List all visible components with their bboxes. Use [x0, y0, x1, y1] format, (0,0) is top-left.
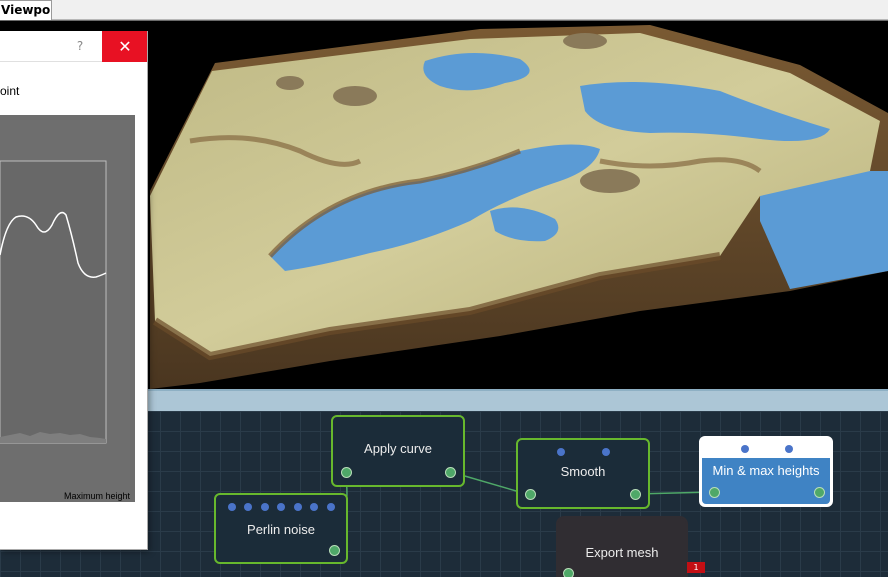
tab-strip: Viewport: [0, 0, 888, 20]
node-title: Min & max heights: [712, 463, 820, 478]
input-port[interactable]: [244, 503, 252, 511]
curve-plot: [0, 115, 135, 502]
node-title: Smooth: [560, 464, 606, 479]
error-count-badge: 1: [687, 562, 705, 573]
output-port[interactable]: [329, 545, 340, 556]
input-port[interactable]: [741, 445, 749, 453]
input-port[interactable]: [557, 448, 565, 456]
axis-label: Maximum height: [64, 491, 131, 501]
node-title: Export mesh: [585, 545, 659, 560]
output-port[interactable]: [814, 487, 825, 498]
dialog-label: oint: [0, 84, 20, 98]
node-min-max-heights[interactable]: Min & max heights: [699, 436, 833, 507]
input-port[interactable]: [785, 445, 793, 453]
input-port[interactable]: [261, 503, 269, 511]
input-port[interactable]: [327, 503, 335, 511]
node-title: Perlin noise: [247, 522, 315, 537]
curve-editor[interactable]: [0, 115, 135, 502]
input-port[interactable]: [277, 503, 285, 511]
dialog-title-bar[interactable]: ? ✕: [0, 31, 147, 62]
curve-dialog: ? ✕ oint Maximum height: [0, 31, 148, 550]
input-port[interactable]: [602, 448, 610, 456]
output-port[interactable]: [630, 489, 641, 500]
close-button[interactable]: ✕: [102, 31, 147, 62]
output-port[interactable]: [445, 467, 456, 478]
output-port[interactable]: [563, 568, 574, 577]
output-port[interactable]: [525, 489, 536, 500]
node-title: Apply curve: [364, 441, 432, 456]
output-port[interactable]: [709, 487, 720, 498]
node-apply-curve[interactable]: Apply curve: [331, 415, 465, 487]
help-button[interactable]: ?: [72, 39, 88, 55]
node-smooth[interactable]: Smooth: [516, 438, 650, 509]
output-port[interactable]: [341, 467, 352, 478]
input-port[interactable]: [294, 503, 302, 511]
node-perlin-noise[interactable]: Perlin noise: [214, 493, 348, 564]
input-port[interactable]: [310, 503, 318, 511]
input-port[interactable]: [228, 503, 236, 511]
node-export-mesh[interactable]: Export mesh: [556, 516, 688, 577]
tab-viewport[interactable]: Viewport: [0, 0, 52, 20]
